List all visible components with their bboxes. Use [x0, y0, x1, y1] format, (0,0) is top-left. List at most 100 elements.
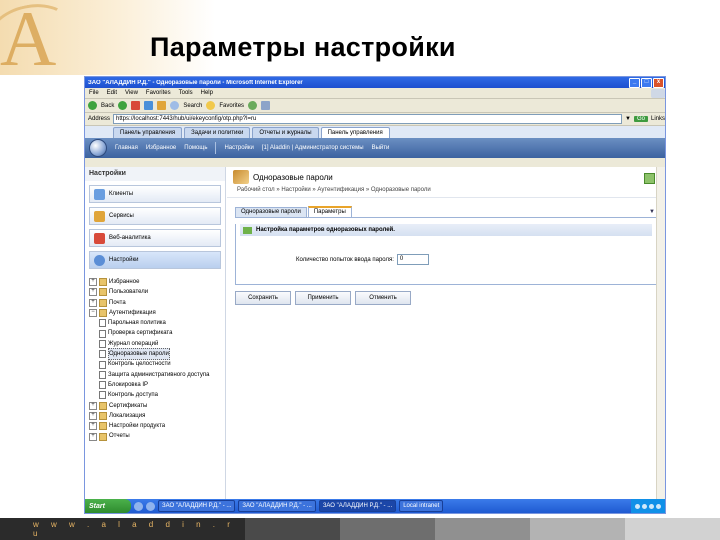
browser-tab-0[interactable]: Панель управления: [113, 127, 183, 138]
tray-icon[interactable]: [635, 503, 640, 509]
quicklaunch-desktop-icon[interactable]: [146, 501, 155, 511]
cancel-button[interactable]: Отменить: [355, 291, 411, 305]
nav-item-clients[interactable]: Клиенты: [89, 185, 221, 203]
header-help[interactable]: Помощь: [184, 145, 207, 151]
save-button[interactable]: Сохранить: [235, 291, 291, 305]
stop-icon[interactable]: [131, 101, 141, 110]
back-arrow-icon[interactable]: [88, 101, 97, 110]
search-label[interactable]: Search: [183, 103, 202, 109]
tabs-dropdown-icon[interactable]: ▼: [649, 209, 655, 215]
browser-tab-2[interactable]: Отчеты и журналы: [252, 127, 319, 138]
tree-node-ip-block[interactable]: Блокировка IP: [89, 380, 225, 390]
maximize-button[interactable]: □: [641, 77, 652, 88]
header-user[interactable]: [1] Aladdin | Администратор системы: [262, 145, 364, 151]
go-button[interactable]: Go: [633, 116, 648, 122]
tree-node-access-control[interactable]: Контроль доступа: [89, 390, 225, 400]
tree-node-favorites[interactable]: + Избранное: [89, 277, 225, 287]
footer-block: [530, 518, 625, 540]
browser-tab-1[interactable]: Задачи и политики: [184, 127, 251, 138]
address-input[interactable]: https://localhost:7443/hub/ui/ekeyconfig…: [113, 114, 623, 124]
footer-block: [435, 518, 530, 540]
taskbar-window-2[interactable]: ЗАО "АЛАДДИН Р.Д." - ...: [318, 500, 397, 512]
edit-icon[interactable]: [644, 173, 655, 184]
tree-node-integrity[interactable]: Контроль целостности: [89, 359, 225, 369]
menu-edit[interactable]: Edit: [107, 90, 117, 96]
taskbar-window-0[interactable]: ЗАО "АЛАДДИН Р.Д." - ...: [158, 500, 236, 512]
document-icon: [99, 319, 106, 328]
menu-file[interactable]: File: [89, 90, 99, 96]
breadcrumb[interactable]: Рабочий стол » Настройки » Аутентификаци…: [227, 187, 665, 198]
address-bar: Address https://localhost:7443/hub/ui/ek…: [85, 113, 665, 126]
apply-button[interactable]: Применить: [295, 291, 351, 305]
home-icon[interactable]: [157, 101, 167, 110]
menu-help[interactable]: Help: [201, 90, 213, 96]
tree-node-mail[interactable]: + Почта: [89, 298, 225, 308]
header-home[interactable]: Главная: [115, 145, 138, 151]
footer-url: w w w . a l a d d i n . r u: [33, 520, 235, 538]
forward-arrow-icon[interactable]: [118, 101, 128, 110]
quicklaunch-ie-icon[interactable]: [134, 501, 143, 511]
collapse-icon[interactable]: −: [89, 309, 97, 318]
tree-node-password-policy[interactable]: Парольная политика: [89, 318, 225, 328]
refresh-icon[interactable]: [144, 101, 154, 110]
tree-node-product-settings[interactable]: + Настройки продукта: [89, 421, 225, 431]
nav-item-settings[interactable]: Настройки: [89, 251, 221, 269]
links-label[interactable]: Links: [651, 116, 665, 122]
system-tray: [631, 499, 665, 513]
tray-icon[interactable]: [649, 503, 654, 509]
favorites-label[interactable]: Favorites: [219, 103, 244, 109]
attempts-field-row: Количество попыток ввода пароля: 0: [296, 254, 429, 265]
tab-parameters[interactable]: Параметры: [307, 206, 352, 217]
attempts-input[interactable]: 0: [396, 254, 429, 265]
search-icon[interactable]: [170, 101, 180, 110]
panel-header: Настройка параметров одноразовых паролей…: [240, 224, 652, 236]
settings-sidebar: Настройки Клиенты Сервисы Веб-аналитика …: [85, 167, 226, 499]
header-favorites[interactable]: Избранное: [146, 145, 176, 151]
close-button[interactable]: x: [653, 77, 664, 88]
settings-tree: + Избранное + Пользователи + Почта − Аутенти…: [85, 277, 225, 499]
tray-icon[interactable]: [642, 503, 647, 509]
expand-icon[interactable]: +: [89, 412, 97, 420]
nav-item-web-analytics[interactable]: Веб-аналитика: [89, 229, 221, 247]
favorites-star-icon[interactable]: [206, 101, 216, 110]
attempts-label: Количество попыток ввода пароля:: [296, 256, 394, 263]
back-label[interactable]: Back: [101, 103, 114, 109]
mail-icon[interactable]: [261, 101, 271, 110]
minimize-button[interactable]: _: [629, 77, 640, 88]
tree-node-admin-access[interactable]: Защита административного доступа: [89, 370, 225, 380]
expand-icon[interactable]: +: [89, 278, 97, 287]
taskbar-window-3[interactable]: Local intranet: [399, 500, 444, 512]
tree-node-auth[interactable]: − Аутентификация: [89, 308, 225, 318]
footer-block: [340, 518, 435, 540]
chart-icon: [94, 232, 105, 244]
tree-node-otp[interactable]: Одноразовые пароли: [89, 348, 225, 361]
expand-icon[interactable]: +: [89, 422, 97, 431]
tree-node-cert-check[interactable]: Проверка сертификата: [89, 328, 225, 338]
slide-title: Параметры настройки: [150, 32, 456, 62]
tree-node-localization[interactable]: + Локализация: [89, 411, 225, 421]
header-logout[interactable]: Выйти: [372, 145, 390, 151]
start-button[interactable]: Start: [85, 499, 131, 513]
vertical-scrollbar[interactable]: [656, 167, 665, 499]
taskbar-window-1[interactable]: ЗАО "АЛАДДИН Р.Д." - ...: [238, 500, 316, 512]
expand-icon[interactable]: +: [89, 401, 97, 410]
nav-item-services[interactable]: Сервисы: [89, 207, 221, 225]
address-dropdown-icon[interactable]: ▼: [625, 116, 631, 122]
history-icon[interactable]: [248, 101, 258, 110]
tab-otp[interactable]: Одноразовые пароли: [235, 207, 307, 217]
app-orb-icon[interactable]: [89, 139, 107, 157]
header-settings[interactable]: Настройки: [224, 145, 253, 151]
folder-icon: [99, 278, 107, 287]
expand-icon[interactable]: +: [89, 432, 97, 441]
menu-favorites[interactable]: Favorites: [146, 90, 171, 96]
document-icon: [99, 339, 106, 348]
expand-icon[interactable]: +: [89, 298, 97, 307]
tree-node-certificates[interactable]: + Сертификаты: [89, 401, 225, 411]
expand-icon[interactable]: +: [89, 288, 97, 297]
tree-node-reports[interactable]: + Отчеты: [89, 431, 225, 441]
tree-node-users[interactable]: + Пользователи: [89, 287, 225, 297]
browser-tab-3[interactable]: Панель управления: [320, 127, 390, 138]
tray-icon[interactable]: [656, 503, 661, 509]
menu-view[interactable]: View: [125, 90, 138, 96]
menu-tools[interactable]: Tools: [179, 90, 193, 96]
